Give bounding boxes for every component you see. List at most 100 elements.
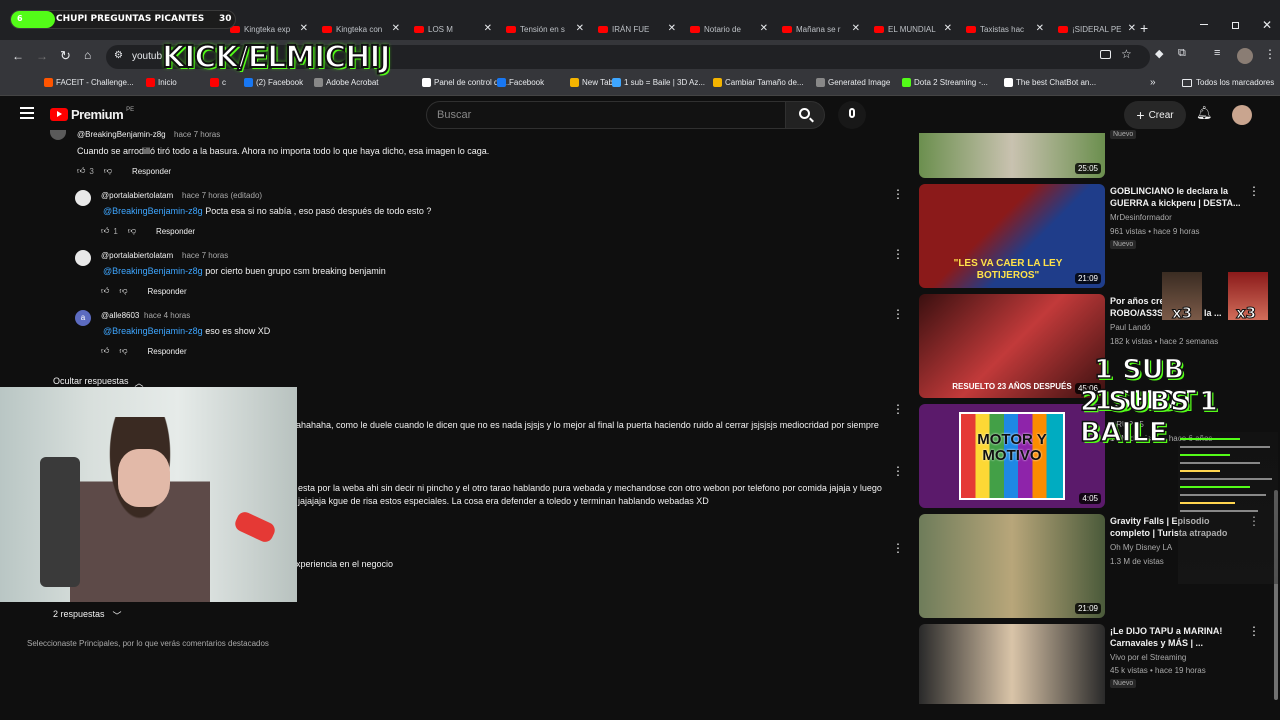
back-icon[interactable]: ←	[12, 49, 24, 63]
close-tab-icon[interactable]: ✕	[760, 23, 768, 34]
close-tab-icon[interactable]: ✕	[576, 23, 584, 34]
like-icon[interactable]: 👍︎	[101, 346, 109, 356]
replies-toggle-button[interactable]: 2 respuestas ﹀	[53, 609, 122, 622]
comment-time[interactable]: hace 7 horas	[182, 251, 228, 260]
comment-menu-icon[interactable]: ⋮	[892, 464, 904, 478]
notifications-bell-icon[interactable]: 🔔︎	[1196, 105, 1213, 121]
comment-handle[interactable]: @portalabiertolatam	[101, 251, 173, 260]
dislike-icon[interactable]: 👎︎	[128, 226, 136, 236]
close-window-icon[interactable]: ✕	[1262, 18, 1272, 32]
comment-menu-icon[interactable]: ⋮	[892, 307, 904, 321]
comment-handle[interactable]: @BreakingBenjamin-z8g	[77, 130, 166, 139]
media-icon[interactable]: ≡	[1214, 47, 1220, 59]
mention-link[interactable]: @BreakingBenjamin-z8g	[103, 206, 203, 216]
bookmark-item[interactable]: Dota 2 Streaming -...	[902, 78, 988, 87]
comment-handle[interactable]: @alle8603	[101, 311, 139, 320]
close-tab-icon[interactable]: ✕	[484, 23, 492, 34]
browser-tab[interactable]: IRÁN FUE ✕	[592, 18, 680, 40]
close-tab-icon[interactable]: ✕	[668, 23, 676, 34]
browser-tab[interactable]: Kingteka con ✕	[316, 18, 404, 40]
bookmark-item[interactable]: The best ChatBot an...	[1004, 78, 1096, 87]
comment-menu-icon[interactable]: ⋮	[892, 187, 904, 201]
bookmark-item[interactable]: Inicio	[146, 78, 177, 87]
bookmark-item[interactable]: Adobe Acrobat	[314, 78, 378, 87]
comment-handle[interactable]: @portalabiertolatam	[101, 191, 173, 200]
bookmarks-overflow-icon[interactable]: »	[1150, 77, 1156, 88]
browser-tab[interactable]: Mañana se r ✕	[776, 18, 864, 40]
browser-tab[interactable]: Kingteka exp ✕	[224, 18, 312, 40]
comment-time[interactable]: hace 4 horas	[144, 311, 190, 320]
like-icon[interactable]: 👍︎	[77, 166, 85, 176]
browser-tab[interactable]: ¡SIDERAL PE ✕	[1052, 18, 1140, 40]
maximize-icon[interactable]	[1232, 22, 1239, 29]
video-thumbnail[interactable]: MOTOR Y MOTIVO 4:05	[919, 404, 1105, 508]
browser-tab[interactable]: LOS M ✕	[408, 18, 496, 40]
dislike-icon[interactable]: 👎︎	[104, 166, 112, 176]
close-tab-icon[interactable]: ✕	[852, 23, 860, 34]
video-channel[interactable]: Oh My Disney LA	[1110, 543, 1172, 552]
puzzle-icon[interactable]: ⧉	[1178, 47, 1186, 60]
video-title[interactable]: GOBLINCIANO le declara la GUERRA a kickp…	[1110, 185, 1246, 209]
browser-tab[interactable]: Taxistas hac ✕	[960, 18, 1048, 40]
reply-button[interactable]: Responder	[156, 227, 195, 236]
bookmark-item[interactable]: Cambiar Tamaño de...	[713, 78, 804, 87]
reply-button[interactable]: Responder	[148, 287, 187, 296]
avatar[interactable]: a	[75, 310, 91, 326]
like-icon[interactable]: 👍︎	[101, 286, 109, 296]
video-channel[interactable]: MrDesinformador	[1110, 213, 1172, 222]
voice-search-button[interactable]	[838, 101, 866, 129]
search-input[interactable]: Buscar	[426, 101, 786, 129]
video-thumbnail[interactable]: 21:09	[919, 514, 1105, 618]
install-app-icon[interactable]	[1100, 50, 1111, 59]
comment-menu-icon[interactable]: ⋮	[892, 402, 904, 416]
avatar[interactable]	[75, 190, 91, 206]
avatar[interactable]	[50, 130, 66, 140]
close-tab-icon[interactable]: ✕	[300, 23, 308, 34]
mention-link[interactable]: @BreakingBenjamin-z8g	[103, 266, 203, 276]
mention-link[interactable]: @BreakingBenjamin-z8g	[103, 326, 203, 336]
search-button[interactable]	[785, 101, 825, 129]
comment-time[interactable]: hace 7 horas	[174, 130, 220, 139]
create-button[interactable]: + Crear	[1124, 101, 1186, 129]
reply-button[interactable]: Responder	[132, 167, 171, 176]
browser-tab[interactable]: EL MUNDIAL ✕	[868, 18, 956, 40]
menu-icon[interactable]: ⋮	[1264, 47, 1276, 61]
close-tab-icon[interactable]: ✕	[944, 23, 952, 34]
video-channel[interactable]: Vivo por el Streaming	[1110, 653, 1186, 662]
extension-icon[interactable]: ◆	[1155, 47, 1163, 60]
video-thumbnail[interactable]: "LES VA CAER LA LEY BOTIJEROS" 21:09	[919, 184, 1105, 288]
video-menu-icon[interactable]: ⋮	[1248, 624, 1260, 638]
dislike-icon[interactable]: 👎︎	[119, 286, 127, 296]
minimize-icon[interactable]	[1200, 24, 1208, 25]
comment-time[interactable]: hace 7 horas (editado)	[182, 191, 262, 200]
bookmark-star-icon[interactable]: ☆	[1121, 47, 1132, 61]
video-thumbnail[interactable]: RESUELTO 23 AÑOS DESPUÉS 45:06	[919, 294, 1105, 398]
site-info-icon[interactable]: ⚙	[114, 50, 123, 61]
dislike-icon[interactable]: 👎︎	[119, 346, 127, 356]
video-title[interactable]: ¡Le DIJO TAPU a MARINA! Carnavales y MÁS…	[1110, 625, 1246, 649]
reload-icon[interactable]: ↻	[60, 48, 71, 64]
close-tab-icon[interactable]: ✕	[1128, 23, 1136, 34]
like-icon[interactable]: 👍︎	[101, 226, 109, 236]
home-icon[interactable]: ⌂	[84, 48, 91, 62]
bookmark-item[interactable]: New Tab	[570, 78, 613, 87]
bookmark-item[interactable]: 1 sub = Baile | 3D Az...	[612, 78, 705, 87]
forward-icon[interactable]: →	[36, 49, 48, 63]
avatar[interactable]	[75, 250, 91, 266]
account-avatar[interactable]	[1232, 105, 1252, 125]
browser-tab[interactable]: Tensión en s ✕	[500, 18, 588, 40]
close-tab-icon[interactable]: ✕	[1036, 23, 1044, 34]
all-bookmarks[interactable]: Todos los marcadores	[1182, 78, 1274, 87]
video-menu-icon[interactable]: ⋮	[1248, 184, 1260, 198]
close-tab-icon[interactable]: ✕	[392, 23, 400, 34]
profile-avatar[interactable]	[1237, 48, 1253, 64]
bookmark-item[interactable]: (2) Facebook	[244, 78, 303, 87]
browser-tab[interactable]: Notario de ✕	[684, 18, 772, 40]
video-thumbnail[interactable]	[919, 624, 1105, 704]
bookmark-item[interactable]: c	[210, 78, 226, 87]
video-thumbnail[interactable]: 25:05	[919, 133, 1105, 178]
bookmark-item[interactable]: FACEIT - Challenge...	[44, 78, 134, 87]
comment-menu-icon[interactable]: ⋮	[892, 541, 904, 555]
new-tab-button[interactable]: +	[1140, 20, 1148, 36]
video-channel[interactable]: Paul Landó	[1110, 323, 1150, 332]
